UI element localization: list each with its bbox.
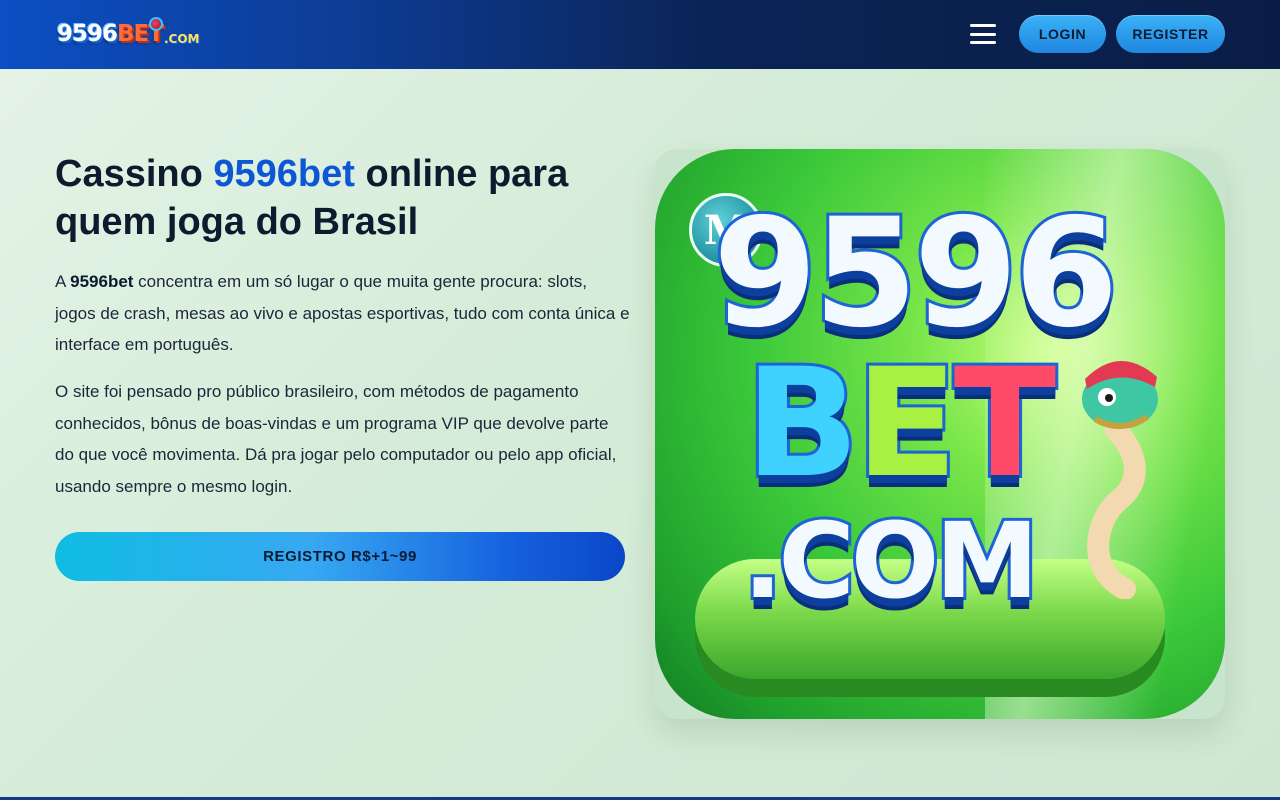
logo-wordmark: 9596BET (57, 21, 164, 47)
register-button[interactable]: REGISTER (1116, 15, 1225, 53)
snake-mascot-icon (1082, 360, 1158, 599)
login-button[interactable]: LOGIN (1019, 15, 1106, 53)
site-logo[interactable]: 9596BET .COM (57, 16, 199, 52)
brand-accent: 9596bet (213, 153, 355, 195)
intro-paragraph: A 9596bet concentra em um só lugar o que… (55, 272, 630, 354)
art-text-9596: 9596 (710, 187, 1121, 361)
hero-image: M 9596 BET .COM (655, 149, 1225, 719)
art-text-bet: BET (742, 337, 1059, 511)
brand-artwork: M 9596 BET .COM (655, 149, 1225, 719)
logo-com: .COM (163, 32, 200, 46)
page-title: Cassino 9596bet online para quem joga do… (55, 153, 569, 243)
logo-mascot-icon (148, 17, 163, 31)
hamburger-menu-icon[interactable] (970, 24, 996, 44)
register-cta-button[interactable]: REGISTRO R$+1~99 (55, 532, 625, 581)
site-header: 9596BET .COM LOGIN REGISTER (0, 0, 1280, 69)
art-text-com: .COM (740, 500, 1042, 622)
description-paragraph: O site foi pensado pro público brasileir… (55, 382, 617, 496)
